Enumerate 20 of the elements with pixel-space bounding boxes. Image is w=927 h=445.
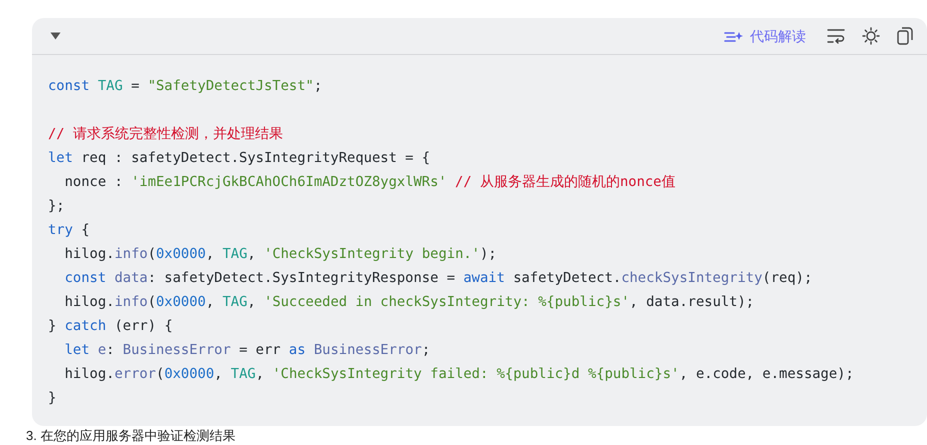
code-line: nonce : 'imEe1PCRcjGkBCAhOCh6ImADztOZ8ygxlWRs' // 从服务器生成的随机的nonce值 xyxy=(64,173,676,192)
code-line: const data: safetyDetect.SysIntegrityResponse = await safetyDetect.checkSysIntegrity(req); xyxy=(64,269,812,288)
code-line: hilog.error(0x0000, TAG, 'CheckSysIntegrity failed: %{public}d %{public}s', e.code, e.message); xyxy=(64,365,854,384)
code-line: }; xyxy=(48,197,65,216)
theme-sun-icon[interactable] xyxy=(862,27,880,45)
code-line: } xyxy=(48,389,56,408)
code-line: let e: BusinessError = err as BusinessError; xyxy=(64,341,430,360)
code-line: } catch (err) { xyxy=(48,317,173,336)
code-line: let req : safetyDetect.SysIntegrityRequest = { xyxy=(48,149,430,168)
word-wrap-icon[interactable] xyxy=(827,28,845,44)
code-line: hilog.info(0x0000, TAG, 'Succeeded in checkSysIntegrity: %{public}s', data.result); xyxy=(64,293,754,312)
copy-icon[interactable] xyxy=(897,27,913,45)
code-explain-button[interactable]: 代码解读 xyxy=(724,26,806,46)
code-line: try { xyxy=(48,221,90,240)
step-heading: 3. 在您的应用服务器中验证检测结果 xyxy=(26,428,236,444)
sparkle-lines-icon xyxy=(724,29,744,43)
code-line: hilog.info(0x0000, TAG, 'CheckSysIntegrity begin.'); xyxy=(64,245,497,264)
collapse-caret-icon[interactable] xyxy=(49,30,61,42)
code-line: // 请求系统完整性检测，并处理结果 xyxy=(48,125,283,144)
code-line: const TAG = "SafetyDetectJsTest"; xyxy=(48,77,322,96)
